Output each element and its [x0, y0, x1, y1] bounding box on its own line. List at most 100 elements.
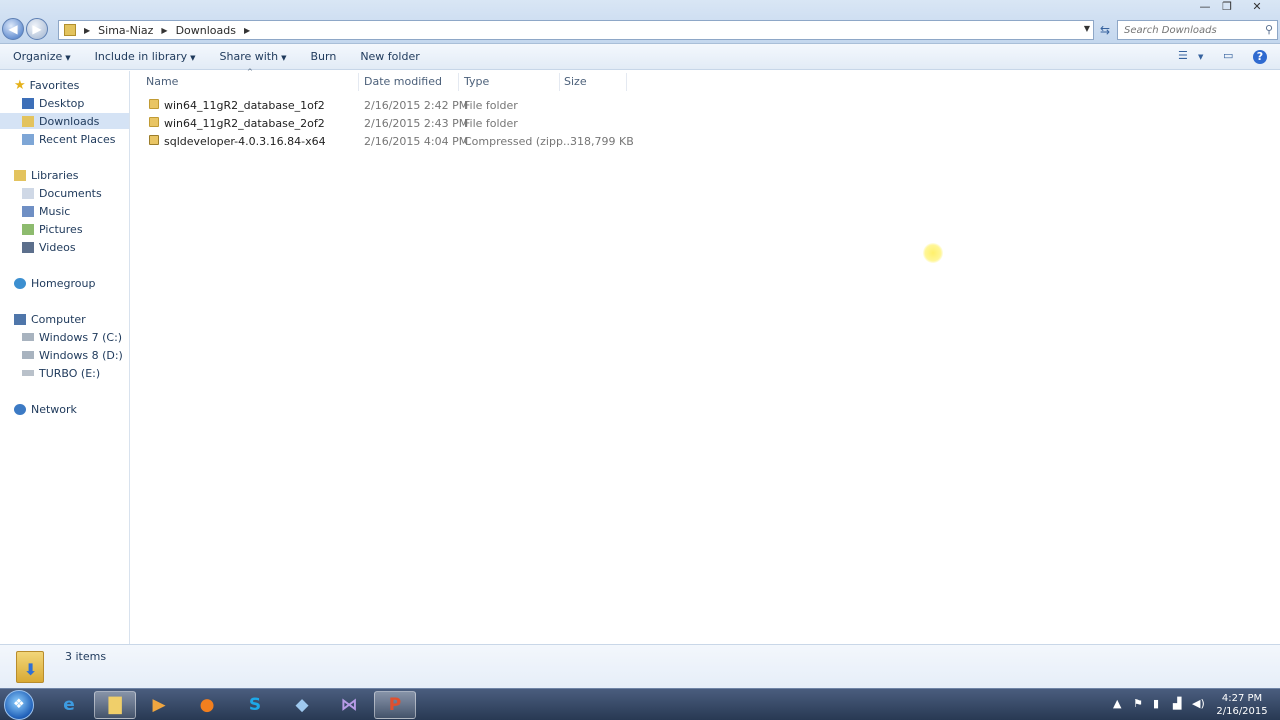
powerpoint-icon[interactable]: P	[374, 691, 416, 719]
nav-network[interactable]: Network	[14, 401, 77, 417]
nav-homegroup[interactable]: Homegroup	[14, 275, 95, 291]
chevron-down-icon: ▼	[190, 54, 196, 62]
nav-label: Pictures	[39, 222, 83, 236]
nav-computer[interactable]: Computer	[14, 311, 86, 327]
file-type: File folder	[464, 99, 518, 112]
address-bar[interactable]: ▶ Sima-Niaz ▶ Downloads ▶ ▼	[58, 20, 1094, 40]
nav-music[interactable]: Music	[22, 203, 70, 219]
volume-icon[interactable]: ◀)	[1192, 697, 1205, 710]
nav-label: Homegroup	[31, 276, 96, 290]
share-with-label: Share with	[219, 50, 279, 63]
include-in-library-button[interactable]: Include in library ▼	[95, 50, 196, 63]
organize-button[interactable]: Organize ▼	[13, 50, 71, 63]
details-pane: ⬇ 3 items	[0, 644, 1280, 688]
include-in-library-label: Include in library	[94, 50, 188, 63]
chevron-down-icon: ▼	[65, 54, 71, 62]
file-row[interactable]: sqldeveloper-4.0.3.16.84-x64 2/16/2015 4…	[145, 133, 634, 151]
nav-drive-c[interactable]: Windows 7 (C:)	[22, 329, 122, 345]
file-date: 2/16/2015 2:42 PM	[364, 99, 469, 112]
nav-label: TURBO (E:)	[39, 366, 101, 380]
firefox-icon[interactable]: ●	[186, 691, 228, 719]
show-hidden-icons-icon[interactable]: ▲	[1113, 697, 1121, 710]
file-type: Compressed (zipp...	[464, 135, 574, 148]
clock-date: 2/16/2015	[1216, 706, 1268, 717]
visual-studio-icon[interactable]: ⋈	[328, 691, 370, 719]
action-center-flag-icon[interactable]: ⚑	[1133, 697, 1143, 710]
nav-downloads[interactable]: Downloads	[0, 113, 129, 129]
breadcrumb-user[interactable]: Sima-Niaz	[98, 24, 153, 37]
file-name: win64_11gR2_database_1of2	[164, 99, 325, 112]
clock-time: 4:27 PM	[1221, 693, 1263, 704]
forward-arrow-icon: ▶	[32, 22, 42, 36]
title-bar: — ❐ ✕ ◀ ▶ ▶ Sima-Niaz ▶ Downloads ▶ ▼ ⇆ …	[0, 0, 1280, 44]
column-divider[interactable]	[358, 73, 359, 91]
start-button[interactable]: ❖	[4, 690, 34, 720]
column-divider[interactable]	[626, 73, 627, 91]
file-size: 318,799 KB	[570, 135, 634, 148]
nav-drive-e[interactable]: TURBO (E:)	[22, 365, 100, 381]
column-header-type[interactable]: Type	[464, 75, 489, 88]
refresh-button[interactable]: ⇆	[1096, 20, 1114, 40]
internet-explorer-icon[interactable]: e	[48, 691, 90, 719]
star-icon: ★	[14, 77, 26, 93]
search-icon[interactable]: ⚲	[1265, 23, 1273, 36]
column-divider[interactable]	[458, 73, 459, 91]
nav-drive-d[interactable]: Windows 8 (D:)	[22, 347, 123, 363]
breadcrumb-separator-icon[interactable]: ▶	[244, 26, 250, 35]
nav-recent-places[interactable]: Recent Places	[22, 131, 116, 147]
burn-button[interactable]: Burn	[310, 50, 336, 63]
breadcrumb-downloads[interactable]: Downloads	[176, 24, 236, 37]
file-row[interactable]: win64_11gR2_database_2of2 2/16/2015 2:43…	[145, 115, 625, 133]
view-options-icon[interactable]: ☰	[1178, 49, 1188, 62]
documents-icon	[22, 187, 34, 199]
forward-button[interactable]: ▶	[26, 18, 48, 40]
column-divider[interactable]	[559, 73, 560, 91]
file-row[interactable]: win64_11gR2_database_1of2 2/16/2015 2:42…	[145, 97, 625, 115]
chevron-down-icon[interactable]: ▼	[1198, 53, 1203, 61]
column-header-date-modified[interactable]: Date modified	[364, 75, 442, 88]
navigation-pane: ★ Favorites Desktop Downloads Recent Plac…	[0, 71, 130, 644]
desktop-icon	[22, 97, 34, 109]
download-arrow-icon: ⬇	[24, 660, 38, 679]
taskbar: ❖ e ▇ ▶ ● S ◆ ⋈ P ▲ ⚑ ▮ ▟ ◀) 4:27 PM 2/1…	[0, 688, 1280, 720]
pictures-icon	[22, 223, 34, 235]
search-input[interactable]	[1118, 21, 1258, 39]
command-bar: Organize ▼ Include in library ▼ Share with…	[0, 44, 1280, 70]
system-clock[interactable]: 4:27 PM 2/16/2015	[1212, 692, 1272, 718]
media-player-icon[interactable]: ▶	[138, 691, 180, 719]
breadcrumb-separator-icon[interactable]: ▶	[161, 26, 167, 35]
nav-videos[interactable]: Videos	[22, 239, 76, 255]
nav-favorites[interactable]: ★ Favorites	[14, 77, 79, 93]
back-button[interactable]: ◀	[2, 18, 24, 40]
hard-drive-icon	[22, 333, 34, 341]
chevron-down-icon: ▼	[281, 54, 287, 62]
share-with-button[interactable]: Share with ▼	[220, 50, 287, 63]
nav-desktop[interactable]: Desktop	[22, 95, 84, 111]
skype-icon[interactable]: S	[234, 691, 276, 719]
column-header-size[interactable]: Size	[564, 75, 587, 88]
maximize-button[interactable]: ❐	[1214, 0, 1240, 14]
power-icon[interactable]: ▮	[1153, 697, 1159, 710]
network-signal-icon[interactable]: ▟	[1173, 697, 1181, 710]
nav-label: Desktop	[39, 96, 85, 110]
nav-libraries[interactable]: Libraries	[14, 167, 79, 183]
virtualbox-icon[interactable]: ◆	[281, 691, 323, 719]
nav-pictures[interactable]: Pictures	[22, 221, 83, 237]
column-header-name[interactable]: Name	[146, 75, 178, 88]
downloads-folder-icon: ⬇	[16, 651, 44, 683]
windows-explorer-icon[interactable]: ▇	[94, 691, 136, 719]
file-date: 2/16/2015 2:43 PM	[364, 117, 469, 130]
search-box[interactable]: ⚲	[1117, 20, 1278, 40]
new-folder-button[interactable]: New folder	[360, 50, 419, 63]
breadcrumb-separator-icon[interactable]: ▶	[84, 26, 90, 35]
organize-label: Organize	[13, 50, 63, 63]
refresh-icon: ⇆	[1099, 23, 1111, 37]
nav-documents[interactable]: Documents	[22, 185, 102, 201]
mouse-cursor-highlight	[923, 243, 943, 263]
address-dropdown-icon[interactable]: ▼	[1084, 24, 1090, 33]
nav-label: Windows 7 (C:)	[39, 330, 123, 344]
help-icon[interactable]: ?	[1253, 50, 1267, 64]
preview-pane-icon[interactable]: ▭	[1223, 49, 1233, 62]
close-button[interactable]: ✕	[1244, 0, 1270, 14]
nav-label: Libraries	[31, 168, 79, 182]
